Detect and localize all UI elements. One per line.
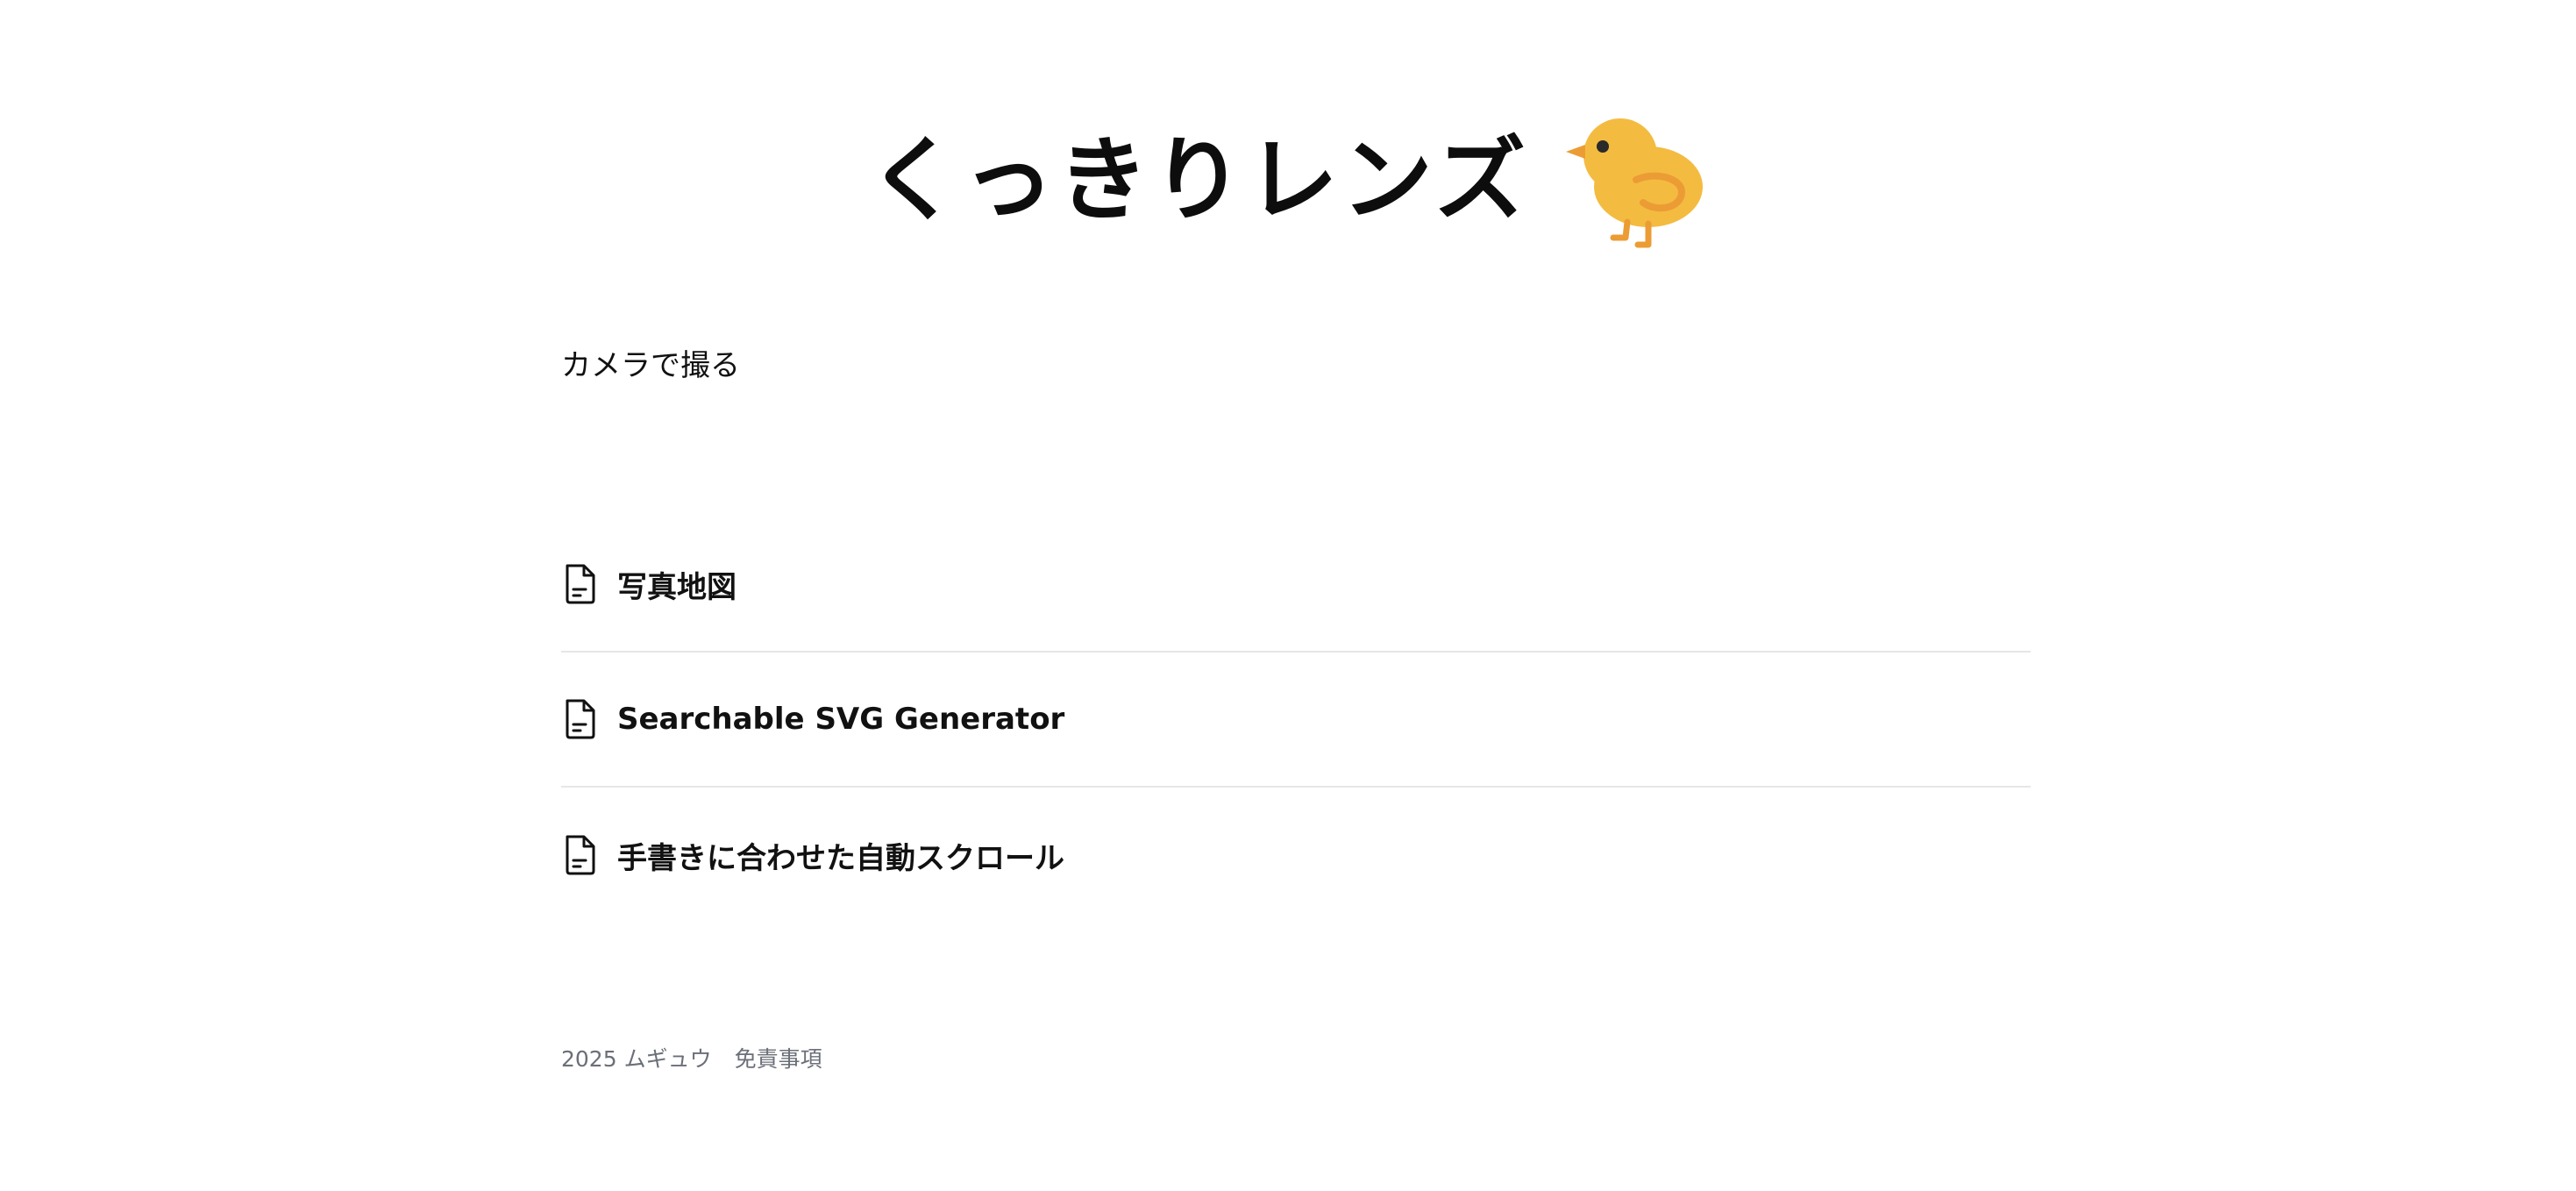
camera-link[interactable]: カメラで撮る	[561, 351, 740, 381]
document-icon	[566, 699, 595, 739]
article-list: 写真地図 Searchable SVG Generator 手書きに合わせた自動…	[561, 517, 2031, 923]
list-item[interactable]: 写真地図	[561, 517, 2031, 653]
page: くっきりレンズ カメラで撮る 写真地図 Searchable SVG Gener…	[0, 0, 2576, 1191]
article-title[interactable]: 手書きに合わせた自動スクロール	[617, 834, 1064, 877]
site-title[interactable]: くっきりレンズ	[868, 134, 1529, 225]
document-icon	[566, 835, 595, 875]
article-title[interactable]: 写真地図	[617, 563, 737, 606]
baby-chick-icon	[1565, 118, 1703, 248]
site-footer: 2025 ムギュウ 免責事項	[561, 1042, 822, 1073]
document-icon	[566, 564, 595, 604]
main-content: カメラで撮る	[561, 351, 2031, 381]
site-header: くっきりレンズ	[0, 105, 2576, 254]
disclaimer-link[interactable]: 免責事項	[735, 1042, 822, 1073]
list-item[interactable]: 手書きに合わせた自動スクロール	[561, 788, 2031, 923]
list-item[interactable]: Searchable SVG Generator	[561, 653, 2031, 788]
article-title[interactable]: Searchable SVG Generator	[617, 702, 1064, 737]
copyright-text: 2025 ムギュウ	[561, 1046, 712, 1072]
